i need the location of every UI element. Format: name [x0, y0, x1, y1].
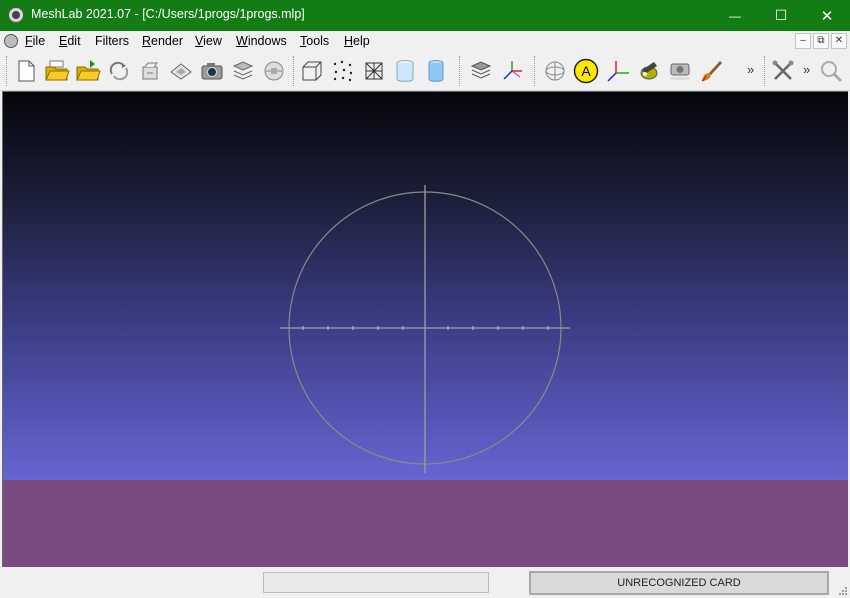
- layers-icon[interactable]: [230, 58, 256, 84]
- search-icon[interactable]: [818, 58, 844, 84]
- close-button[interactable]: ✕: [804, 0, 850, 31]
- menu-tools[interactable]: Tools: [300, 34, 329, 48]
- 3d-viewport[interactable]: [2, 91, 848, 567]
- title-bar: MeshLab 2021.07 - [C:/Users/1progs/1prog…: [0, 0, 850, 31]
- toolbar-separator: [534, 56, 537, 86]
- export-mesh-icon[interactable]: [168, 58, 194, 84]
- manipulator-icon[interactable]: [542, 58, 568, 84]
- menu-render[interactable]: Render: [142, 34, 183, 48]
- raster-align-icon[interactable]: [667, 58, 693, 84]
- reload-icon[interactable]: [106, 58, 132, 84]
- close-icon: ✕: [820, 7, 834, 25]
- menu-windows[interactable]: Windows: [236, 34, 287, 48]
- svg-text:A: A: [581, 63, 591, 79]
- resize-grip-icon[interactable]: [838, 586, 848, 596]
- mdi-close-button[interactable]: ✕: [831, 33, 847, 49]
- raster-layers-icon[interactable]: [468, 58, 494, 84]
- main-toolbar: A » »: [0, 52, 850, 91]
- menu-edit[interactable]: Edit: [59, 34, 81, 48]
- annotate-icon[interactable]: A: [573, 58, 599, 84]
- align-axes-icon[interactable]: [605, 58, 631, 84]
- mdi-restore-button[interactable]: ⧉: [813, 33, 829, 49]
- toolbar-grip: [6, 56, 9, 86]
- wireframe-icon[interactable]: [361, 58, 387, 84]
- axes-icon[interactable]: [499, 58, 525, 84]
- meshlab-app-menu-icon[interactable]: [4, 34, 18, 48]
- toolbar-overflow-button[interactable]: »: [803, 62, 810, 77]
- toolbar-separator: [459, 56, 462, 86]
- bbox-icon[interactable]: [299, 58, 325, 84]
- maximize-button[interactable]: ☐: [758, 0, 804, 31]
- toolbar-separator: [764, 56, 767, 86]
- trackball-icon[interactable]: [3, 92, 848, 567]
- smooth-icon[interactable]: [423, 58, 449, 84]
- reload-all-icon[interactable]: [137, 58, 163, 84]
- gpu-card-status: UNRECOGNIZED CARD: [529, 571, 829, 595]
- show-layer-icon[interactable]: [261, 58, 287, 84]
- maximize-icon: ☐: [774, 7, 788, 23]
- minimize-icon: —: [729, 8, 741, 23]
- mdi-minimize-button[interactable]: –: [795, 33, 811, 49]
- toolbar-separator: [293, 56, 296, 86]
- menu-help[interactable]: Help: [344, 34, 370, 48]
- paint-brush-icon[interactable]: [698, 58, 724, 84]
- points-icon[interactable]: [330, 58, 356, 84]
- menu-filters[interactable]: Filters: [95, 34, 129, 48]
- tools-icon[interactable]: [770, 58, 796, 84]
- import-mesh-icon[interactable]: [75, 58, 101, 84]
- menu-bar: File Edit Filters Render View Windows To…: [0, 31, 850, 52]
- paint-bucket-icon[interactable]: [636, 58, 662, 84]
- meshlab-logo-icon: [8, 7, 24, 23]
- minimize-button[interactable]: —: [712, 0, 758, 31]
- menu-file[interactable]: File: [25, 34, 45, 48]
- open-project-icon[interactable]: [44, 58, 70, 84]
- snapshot-icon[interactable]: [199, 58, 225, 84]
- flat-icon[interactable]: [392, 58, 418, 84]
- toolbar-overflow-button[interactable]: »: [747, 62, 754, 77]
- status-progress-field: [263, 572, 489, 593]
- window-title: MeshLab 2021.07 - [C:/Users/1progs/1prog…: [31, 7, 305, 21]
- menu-view[interactable]: View: [195, 34, 222, 48]
- new-project-icon[interactable]: [13, 58, 39, 84]
